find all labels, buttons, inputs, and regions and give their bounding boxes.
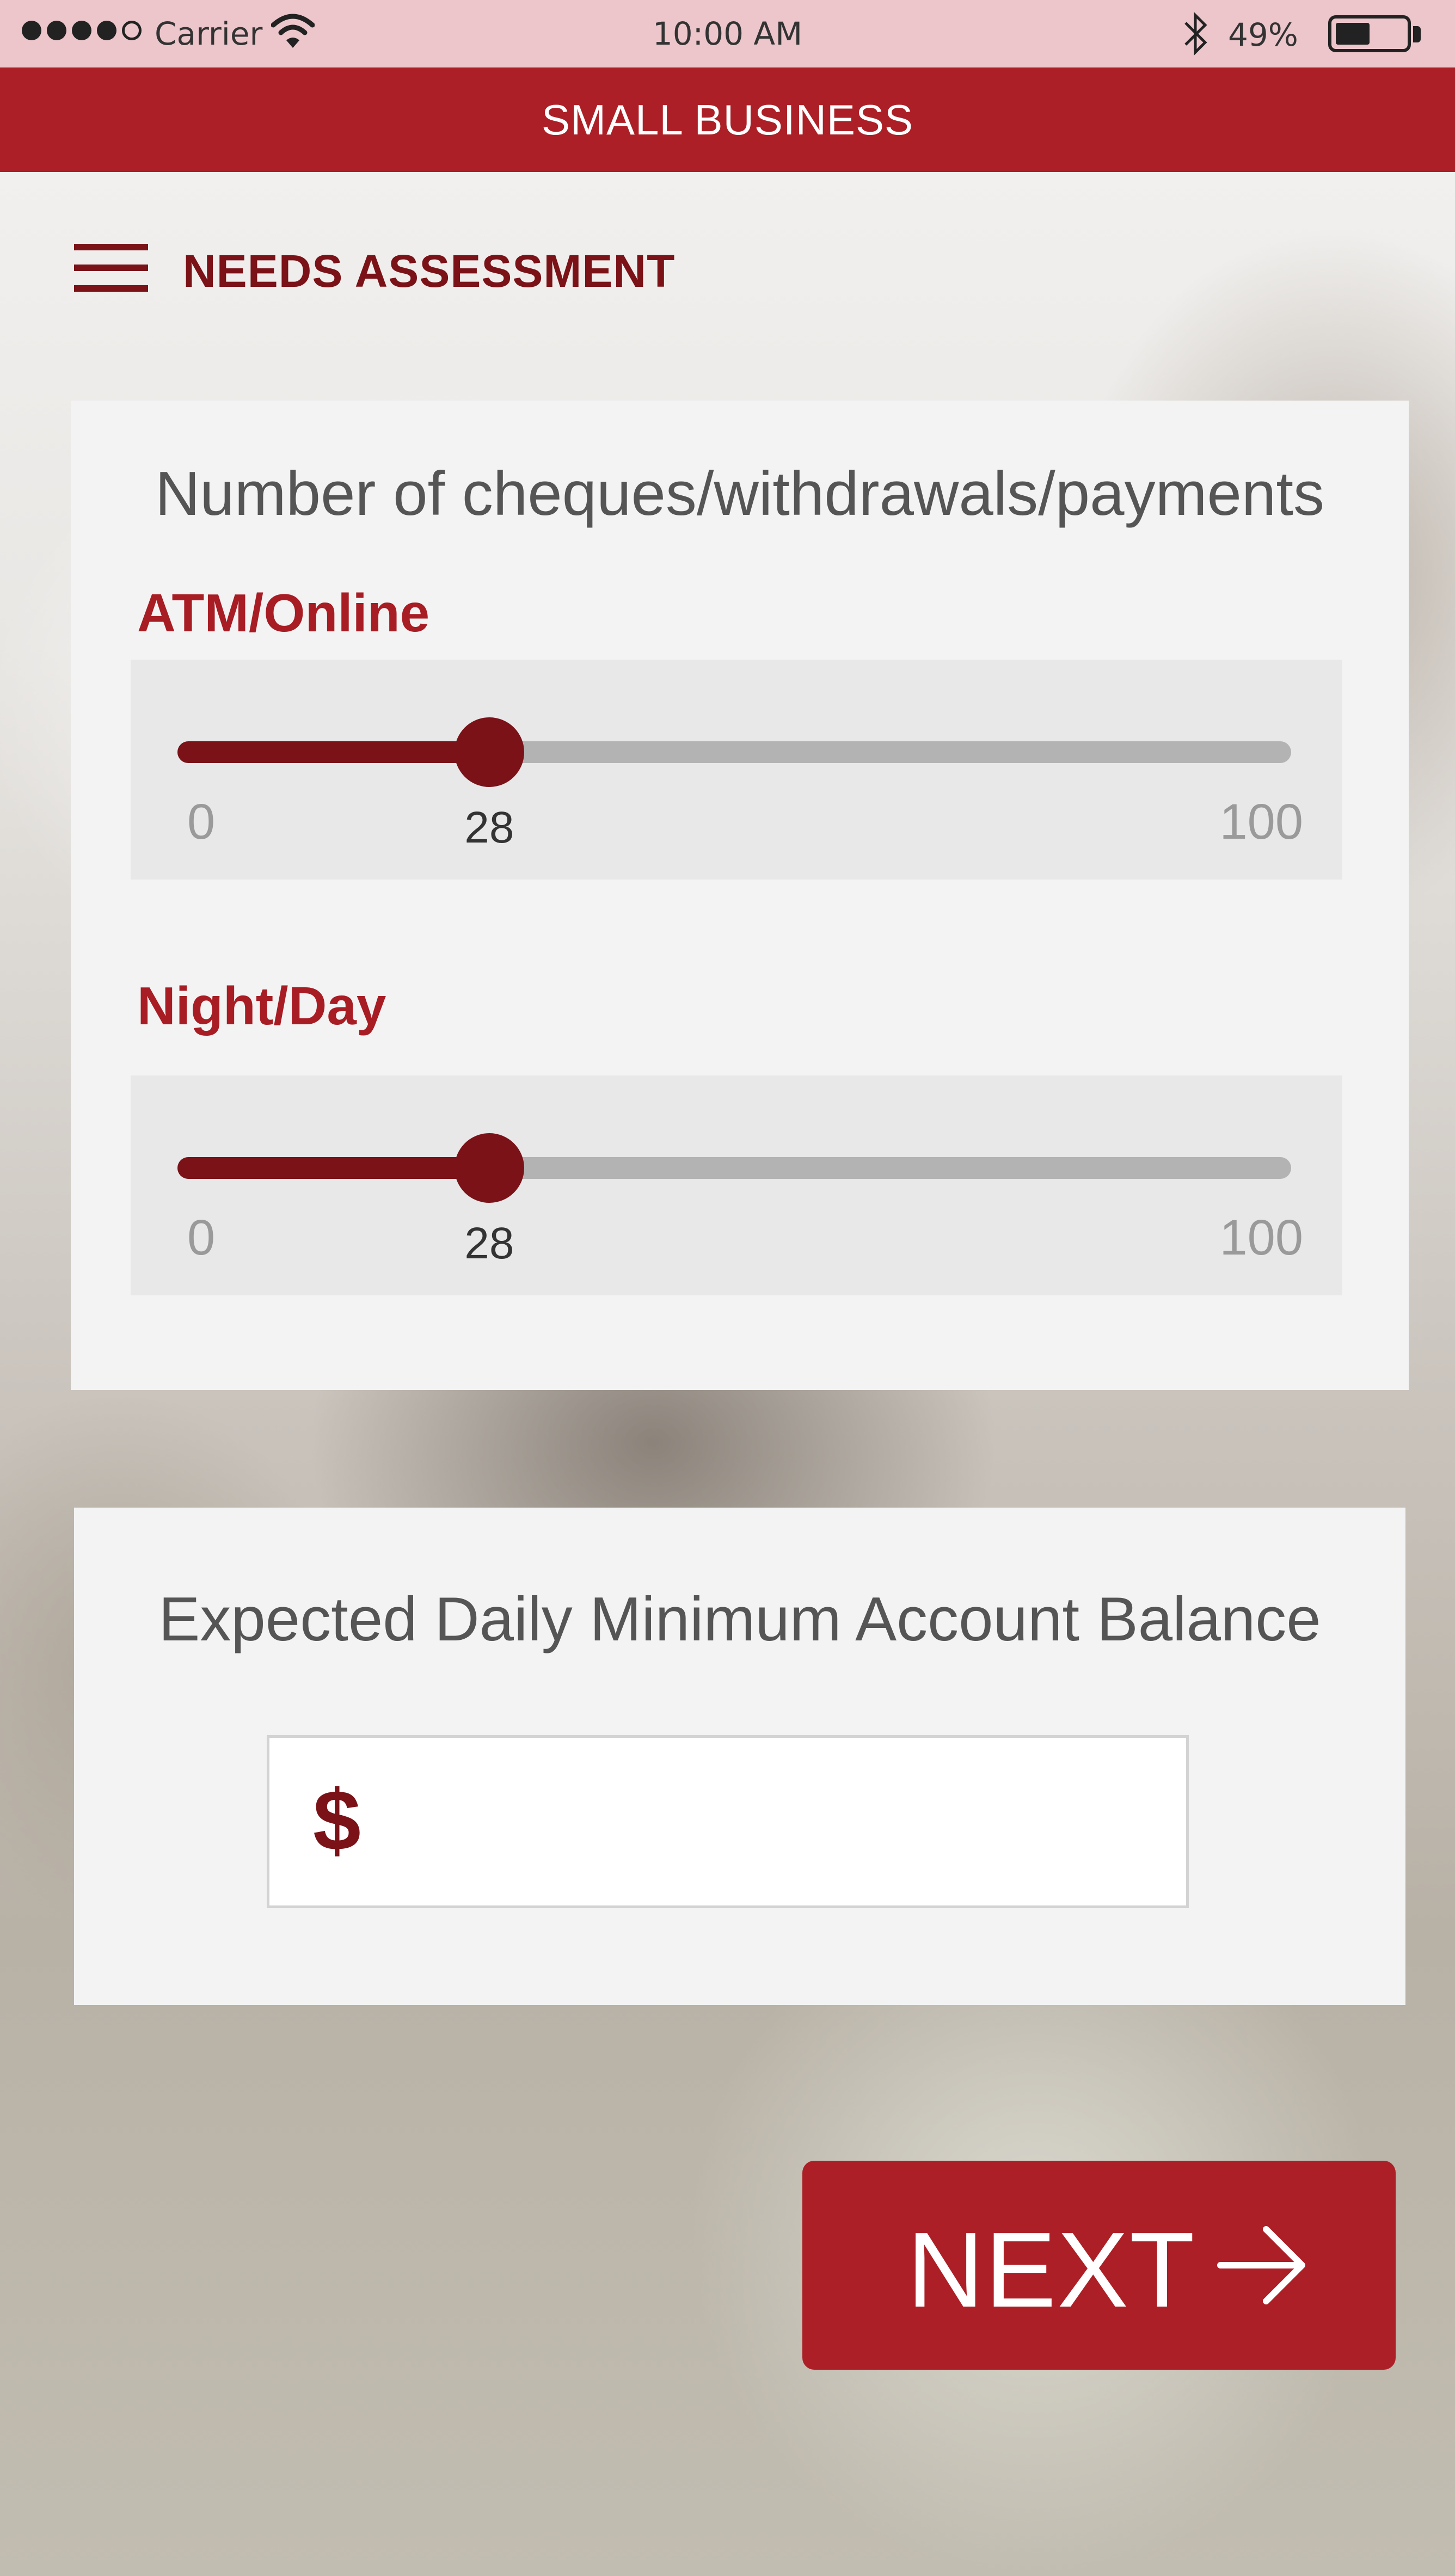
balance-heading: Expected Daily Minimum Account Balance [158, 1585, 1321, 1654]
balance-amount-input[interactable] [395, 1760, 1168, 1885]
balance-amount-field[interactable]: $ [267, 1735, 1189, 1908]
next-button[interactable]: NEXT [802, 2161, 1396, 2370]
status-bar: Carrier 10:00 AM 49% [0, 0, 1455, 67]
slider-value-label: 28 [464, 1219, 514, 1268]
battery-percentage: 49% [1228, 16, 1298, 53]
bluetooth-icon [1180, 11, 1211, 64]
balance-card: Expected Daily Minimum Account Balance $ [74, 1508, 1405, 2005]
battery-icon [1328, 15, 1411, 52]
hamburger-menu-icon[interactable] [74, 244, 148, 295]
slider-thumb[interactable] [454, 1133, 524, 1203]
page-title: NEEDS ASSESSMENT [183, 245, 676, 297]
slider-value-label: 28 [464, 803, 514, 852]
transactions-heading: Number of cheques/withdrawals/payments [155, 459, 1325, 528]
app-bar: SMALL BUSINESS [0, 67, 1455, 172]
dollar-sign: $ [313, 1773, 361, 1868]
app-bar-title: SMALL BUSINESS [541, 96, 914, 144]
slider-max-label: 100 [1219, 1210, 1304, 1265]
night-day-slider[interactable]: 0 28 100 [131, 1075, 1342, 1295]
slider-track-fill [177, 1157, 489, 1179]
slider-min-label: 0 [187, 1210, 216, 1265]
night-day-label: Night/Day [137, 976, 386, 1036]
slider-track[interactable] [177, 717, 1291, 787]
slider-min-label: 0 [187, 794, 216, 850]
transactions-card: Number of cheques/withdrawals/payments A… [71, 401, 1409, 1390]
slider-max-label: 100 [1219, 794, 1304, 850]
next-button-label: NEXT [907, 2210, 1196, 2329]
slider-track[interactable] [177, 1133, 1291, 1203]
slider-track-fill [177, 741, 489, 763]
battery-tip [1413, 26, 1421, 42]
atm-online-label: ATM/Online [137, 583, 430, 643]
atm-online-slider[interactable]: 0 28 100 [131, 660, 1342, 880]
slider-thumb[interactable] [454, 717, 524, 787]
arrow-right-icon [1216, 2222, 1309, 2311]
